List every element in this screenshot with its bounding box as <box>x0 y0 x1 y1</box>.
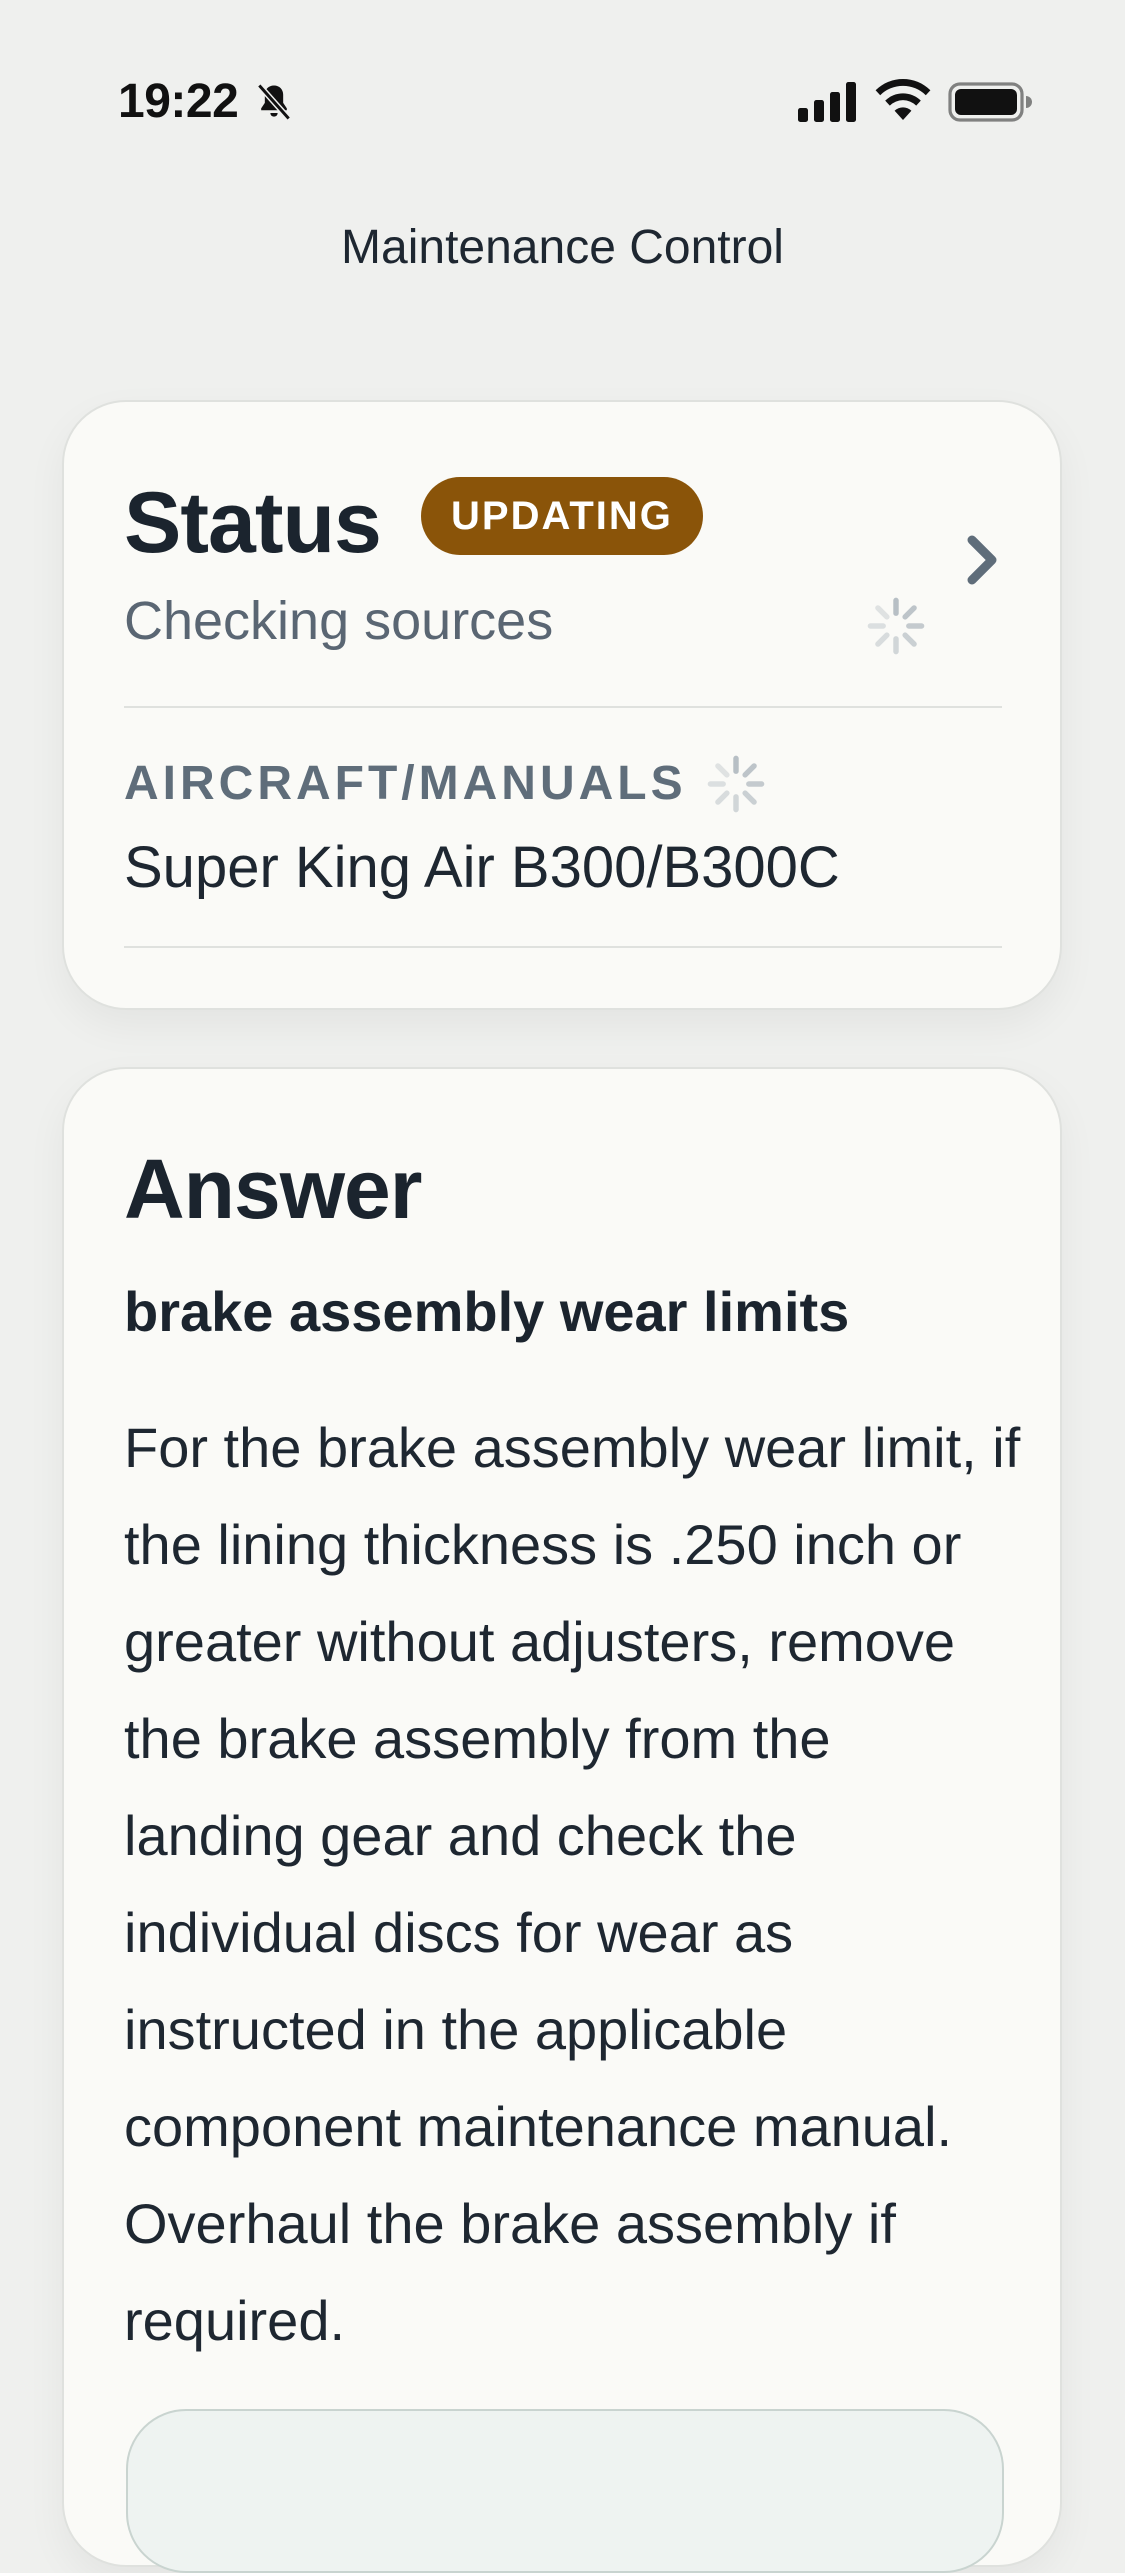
battery-icon <box>948 82 1032 122</box>
status-bar-time: 19:22 <box>118 75 239 128</box>
loading-spinner-icon <box>867 597 925 655</box>
chevron-right-icon[interactable] <box>962 532 1002 588</box>
divider <box>124 946 1002 948</box>
loading-spinner-icon <box>707 755 765 813</box>
aircraft-value: Super King Air B300/B300C <box>124 835 840 900</box>
status-title: Status <box>124 475 382 571</box>
bell-slash-icon <box>257 83 291 121</box>
source-link-button[interactable] <box>126 2409 1004 2573</box>
answer-query: brake assembly wear limits <box>124 1280 850 1343</box>
wifi-icon <box>875 79 931 120</box>
status-card[interactable]: Status UPDATING Checking sources AIRCRAF… <box>62 400 1062 1010</box>
divider <box>124 706 1002 708</box>
answer-body: For the brake assembly wear limit, if th… <box>124 1416 1021 2352</box>
cellular-signal-icon <box>798 82 856 122</box>
status-bar: 19:22 <box>0 0 1125 140</box>
answer-card: Answer brake assembly wear limits For th… <box>62 1067 1062 2573</box>
section-label-aircraft-manuals: AIRCRAFT/MANUALS <box>124 757 687 810</box>
answer-title: Answer <box>124 1142 422 1236</box>
status-badge: UPDATING <box>421 477 703 555</box>
nav-title: Maintenance Control <box>341 221 784 274</box>
status-subtitle: Checking sources <box>124 591 554 651</box>
